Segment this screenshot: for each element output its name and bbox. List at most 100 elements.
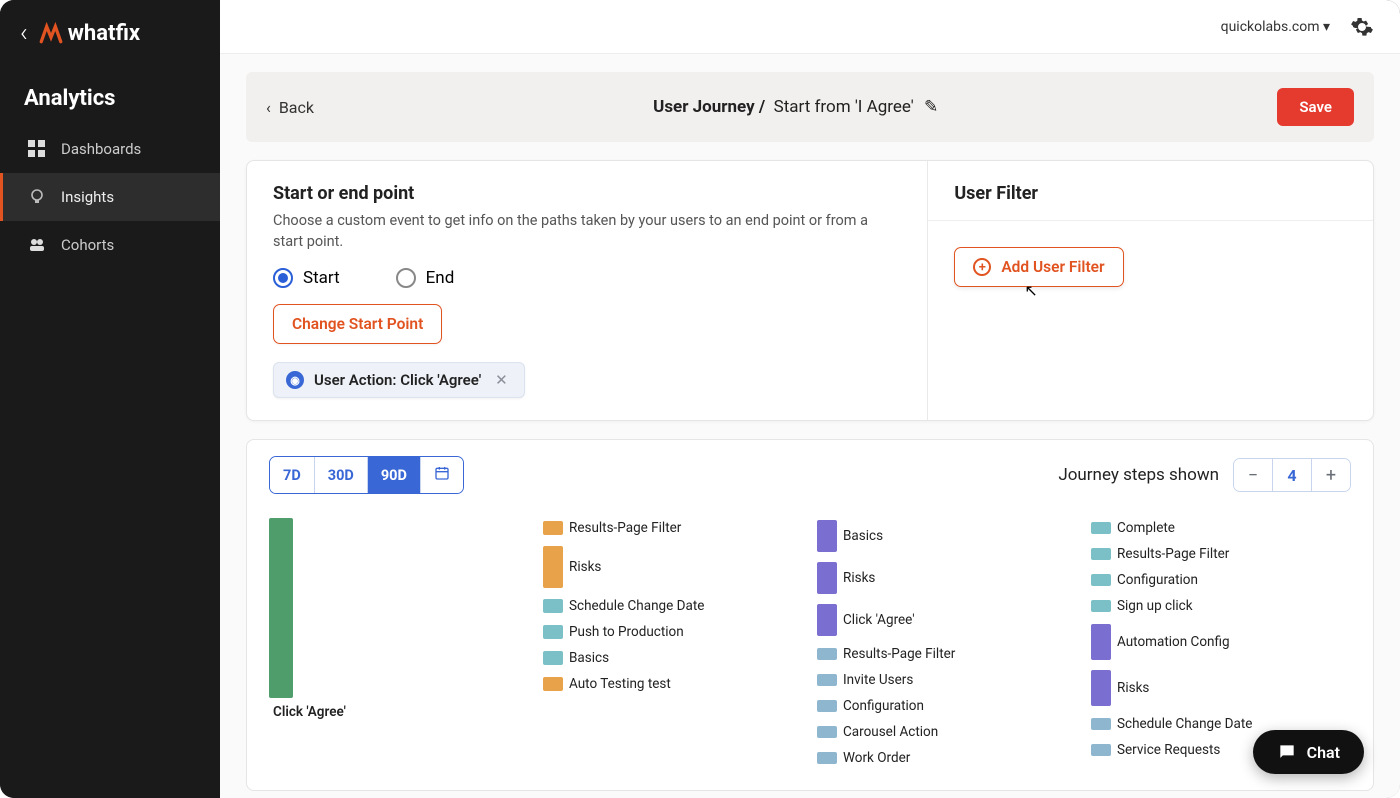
chat-widget[interactable]: Chat — [1253, 730, 1364, 774]
chip-label: User Action: Click 'Agree' — [314, 371, 481, 389]
people-icon — [27, 235, 47, 255]
sankey-node-label: Click 'Agree' — [273, 704, 529, 720]
change-start-point-button[interactable]: Change Start Point — [273, 304, 442, 344]
sankey-swatch — [543, 625, 563, 639]
sankey-stage: Basics Risks Click 'Agree' Results-Page Fil… — [817, 518, 1077, 768]
sankey-swatch — [1091, 744, 1111, 756]
sankey-node-label: Automation Config — [1117, 634, 1230, 650]
panel-title: User Filter — [954, 183, 1347, 204]
target-icon: ◉ — [286, 371, 304, 389]
nav-label: Cohorts — [61, 236, 114, 254]
sankey-node-label: Invite Users — [843, 672, 913, 688]
domain-selector[interactable]: quickolabs.com ▾ — [1221, 19, 1330, 35]
gear-icon[interactable] — [1350, 15, 1374, 39]
sankey-node[interactable]: Push to Production — [543, 622, 803, 642]
back-button[interactable]: ‹ Back — [266, 98, 314, 117]
sankey-swatch — [1091, 548, 1111, 560]
sankey-node[interactable]: Results-Page Filter — [1091, 544, 1351, 564]
range-30d[interactable]: 30D — [315, 457, 368, 493]
sankey-node-label: Work Order — [843, 750, 910, 766]
sankey-chart[interactable]: Click 'Agree' Results-Page Filter Risks Sch… — [269, 518, 1351, 768]
sankey-node-label: Results-Page Filter — [843, 646, 955, 662]
sankey-node[interactable]: Configuration — [1091, 570, 1351, 590]
sankey-node[interactable]: Basics — [543, 648, 803, 668]
sankey-node[interactable]: Auto Testing test — [543, 674, 803, 694]
range-custom[interactable] — [421, 457, 463, 493]
sankey-node-label: Schedule Change Date — [569, 598, 704, 614]
sankey-swatch — [543, 599, 563, 613]
sankey-node-label: Configuration — [1117, 572, 1198, 588]
sankey-swatch — [1091, 574, 1111, 586]
sankey-swatch — [1091, 670, 1111, 706]
topbar: quickolabs.com ▾ — [220, 0, 1400, 54]
edit-icon[interactable]: ✎ — [924, 97, 938, 117]
chat-icon — [1277, 742, 1297, 762]
sankey-node[interactable]: Click 'Agree' — [817, 602, 1077, 638]
sankey-swatch — [1091, 522, 1111, 534]
close-icon[interactable]: ✕ — [491, 371, 512, 389]
back-label: Back — [279, 98, 314, 117]
nav-item-dashboards[interactable]: Dashboards — [0, 125, 220, 173]
sankey-node[interactable]: Results-Page Filter — [817, 644, 1077, 664]
stepper-minus[interactable]: − — [1234, 459, 1272, 491]
sankey-node[interactable]: Risks — [817, 560, 1077, 596]
sankey-stage: Results-Page Filter Risks Schedule Change … — [543, 518, 803, 768]
breadcrumb-bar: ‹ Back User Journey / Start from 'I Agre… — [246, 72, 1374, 142]
chat-label: Chat — [1307, 743, 1340, 762]
sankey-node[interactable]: Invite Users — [817, 670, 1077, 690]
user-filter-panel: User Filter + Add User Filter ↖ — [928, 161, 1373, 420]
config-panels: Start or end point Choose a custom event… — [246, 160, 1374, 421]
sankey-swatch — [817, 520, 837, 552]
nav-item-cohorts[interactable]: Cohorts — [0, 221, 220, 269]
sankey-swatch — [543, 521, 563, 535]
brand-logo[interactable]: whatfix — [38, 20, 140, 46]
sankey-swatch — [817, 562, 837, 594]
sankey-swatch — [543, 546, 563, 588]
bc-prefix: User Journey / — [653, 97, 765, 117]
range-7d[interactable]: 7D — [270, 457, 315, 493]
chevron-left-icon: ‹ — [266, 98, 271, 117]
sankey-node-label: Basics — [843, 528, 883, 544]
sankey-start-block — [269, 518, 293, 698]
sankey-node[interactable]: Complete — [1091, 518, 1351, 538]
breadcrumb-title: User Journey / Start from 'I Agree' ✎ — [328, 97, 1263, 117]
radio-icon — [396, 268, 416, 288]
sankey-node[interactable]: Work Order — [817, 748, 1077, 768]
steps-label: Journey steps shown — [1058, 465, 1219, 485]
sankey-node[interactable]: Carousel Action — [817, 722, 1077, 742]
event-chip[interactable]: ◉ User Action: Click 'Agree' ✕ — [273, 362, 525, 398]
sankey-node[interactable]: Automation Config — [1091, 622, 1351, 662]
radio-icon — [273, 268, 293, 288]
sankey-swatch — [1091, 624, 1111, 660]
chevron-down-icon: ▾ — [1323, 19, 1330, 35]
sankey-node-label: Carousel Action — [843, 724, 938, 740]
range-90d[interactable]: 90D — [368, 457, 421, 493]
app-root: ‹ whatfix Analytics Dashboards Insights … — [0, 0, 1400, 798]
sankey-node[interactable]: Risks — [1091, 668, 1351, 708]
sankey-node-label: Configuration — [843, 698, 924, 714]
stepper-plus[interactable]: + — [1312, 459, 1350, 491]
radio-label: Start — [303, 268, 340, 288]
start-end-panel: Start or end point Choose a custom event… — [247, 161, 928, 420]
sankey-node-label: Basics — [569, 650, 609, 666]
nav-item-insights[interactable]: Insights — [0, 173, 220, 221]
main: quickolabs.com ▾ ‹ Back User Journey / S… — [220, 0, 1400, 798]
sankey-node[interactable]: Sign up click — [1091, 596, 1351, 616]
sankey-node[interactable]: Basics — [817, 518, 1077, 554]
back-icon[interactable]: ‹ — [20, 18, 28, 48]
sankey-node-label: Auto Testing test — [569, 676, 671, 692]
journey-card: 7D 30D 90D Journey steps shown − 4 + — [246, 439, 1374, 791]
sankey-node[interactable]: Risks — [543, 544, 803, 590]
radio-end[interactable]: End — [396, 268, 455, 288]
sankey-node[interactable]: Configuration — [817, 696, 1077, 716]
sankey-swatch — [1091, 600, 1111, 612]
radio-start[interactable]: Start — [273, 268, 340, 288]
stepper-value: 4 — [1272, 459, 1312, 491]
radio-row: Start End — [273, 268, 901, 288]
sankey-node-label: Risks — [843, 570, 875, 586]
sankey-node[interactable]: Results-Page Filter — [543, 518, 803, 538]
sankey-node-label: Results-Page Filter — [569, 520, 681, 536]
sankey-node[interactable]: Schedule Change Date — [543, 596, 803, 616]
panel-title: Start or end point — [273, 183, 901, 204]
save-button[interactable]: Save — [1277, 88, 1354, 126]
